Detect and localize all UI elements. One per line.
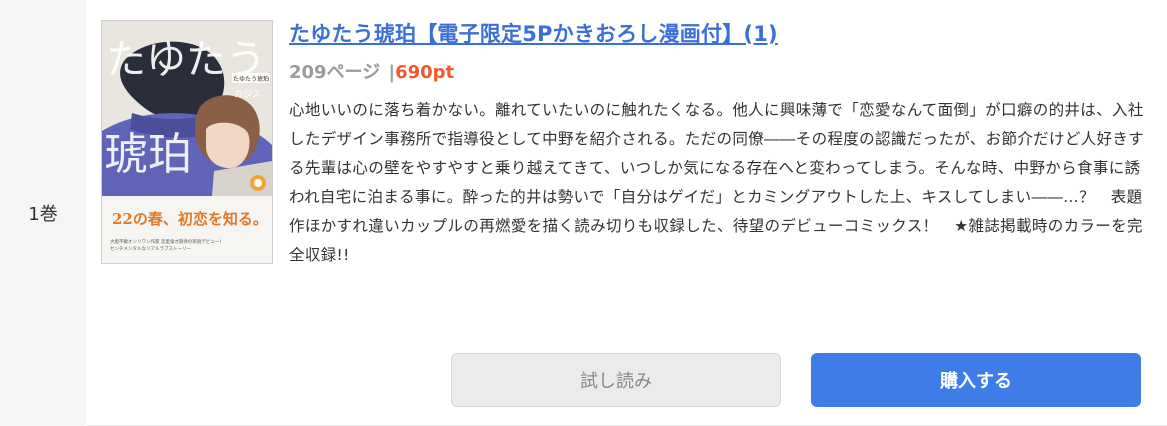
svg-text:22の春、初恋を知る。: 22の春、初恋を知る。: [112, 210, 268, 228]
svg-text:大胆不敵オンリワン作家 恋愛鬼才期待の新鋭デビュー!: 大胆不敵オンリワン作家 恋愛鬼才期待の新鋭デビュー!: [110, 238, 221, 245]
book-cover[interactable]: たゆたう 琥珀 たゆたう琥珀 カジス 22の春、初恋を知る。 大胆不敵オンリワン…: [101, 20, 273, 264]
svg-text:たゆたう琥珀: たゆたう琥珀: [233, 75, 269, 83]
trial-read-button[interactable]: 試し読み: [451, 353, 781, 407]
buy-button[interactable]: 購入する: [811, 353, 1141, 407]
book-title-link[interactable]: たゆたう琥珀【電子限定5Pかきおろし漫画付】(1): [289, 18, 778, 48]
page-count: 209ページ: [289, 62, 381, 83]
buy-label: 購入する: [940, 371, 1012, 392]
cover-illustration: たゆたう 琥珀 たゆたう琥珀 カジス 22の春、初恋を知る。 大胆不敵オンリワン…: [102, 21, 272, 263]
price: 690pt: [395, 62, 455, 83]
svg-text:センチメンタルなリアルラブストーリー: センチメンタルなリアルラブストーリー: [110, 245, 191, 252]
trial-read-label: 試し読み: [580, 371, 652, 392]
svg-text:琥珀: 琥珀: [104, 129, 192, 180]
volume-label: 1巻: [28, 204, 58, 225]
book-meta: 209ページ |690pt: [289, 58, 454, 84]
volume-row: 1巻 たゆたう 琥珀 たゆたう琥珀 カジス 22の春、初恋を知る。 大胆不敵オン…: [0, 0, 1167, 426]
svg-text:カジス: カジス: [234, 89, 261, 100]
book-description: 心地いいのに落ち着かない。離れていたいのに触れたくなる。他人に興味薄で「恋愛なん…: [289, 101, 1145, 264]
volume-number-cell: 1巻: [0, 0, 86, 426]
